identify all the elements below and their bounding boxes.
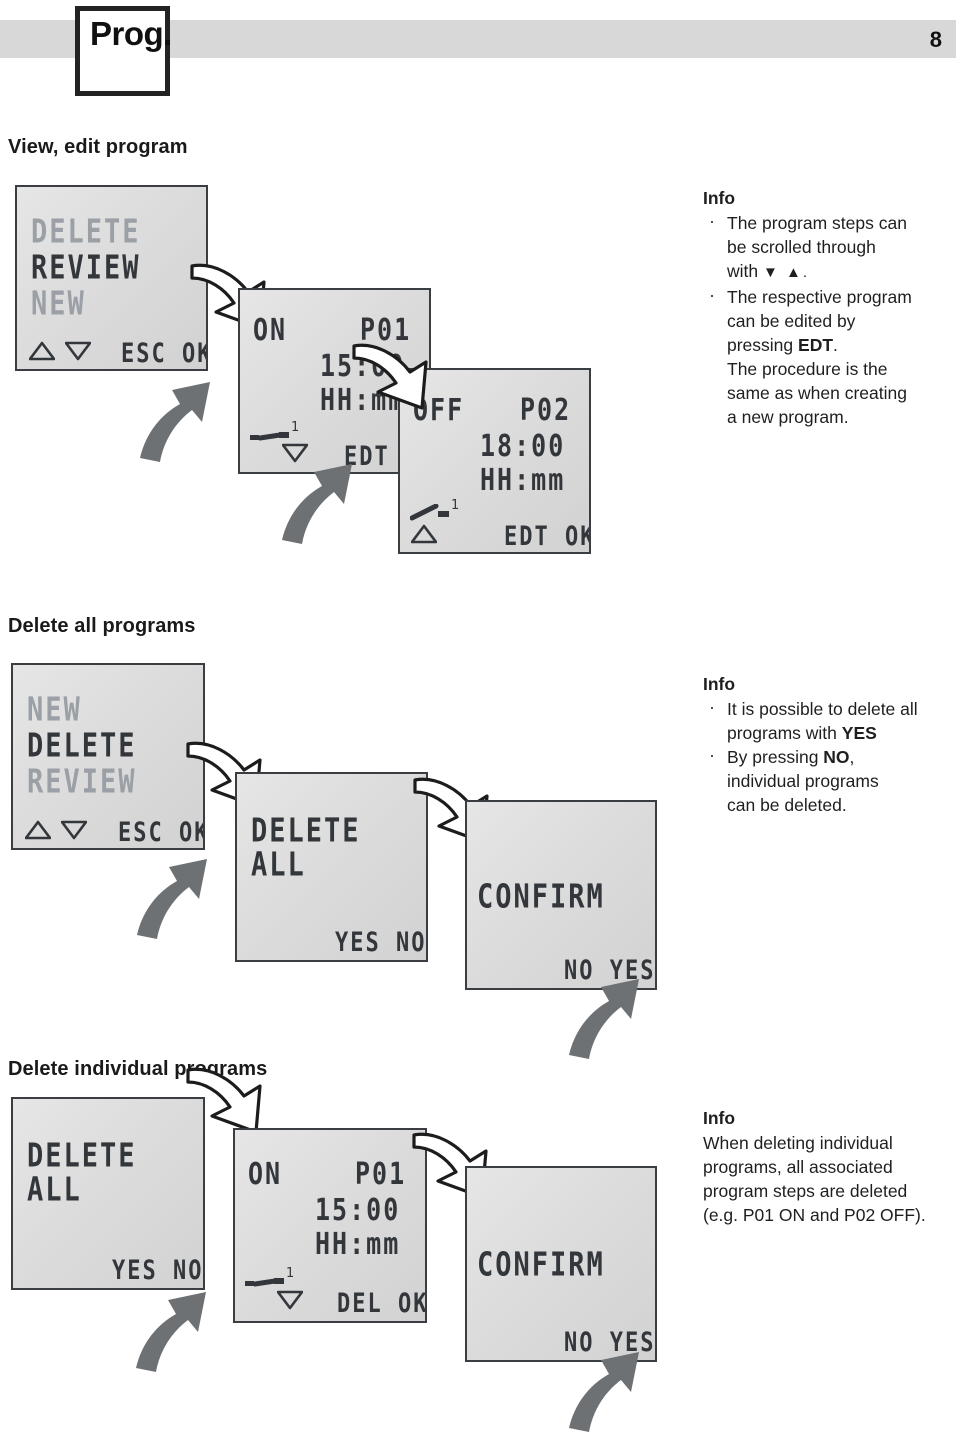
lcd-program-id: P02 [520, 392, 572, 428]
lcd-panel-delete-all-prompt-2[interactable]: DELETE ALL YES NO [11, 1097, 205, 1290]
triangle-up-icon[interactable] [25, 820, 51, 840]
info-line: By pressing [727, 747, 824, 767]
chapter-badge-label: Prog. [90, 15, 172, 52]
info-block-delete-all: Info It is possible to delete all progra… [703, 672, 955, 817]
contact-index: 1 [291, 420, 300, 435]
lcd-panel-p01-on-del[interactable]: ON P01 15:00 HH:mm 1 DEL OK [233, 1128, 427, 1323]
info-line: It is possible to delete all [727, 699, 918, 719]
lcd-menu-line-2: REVIEW [31, 249, 141, 287]
lcd-mode: ON [248, 1156, 283, 1192]
section-heading-delete-all: Delete all programs [8, 615, 196, 637]
lcd-prompt-line-1: CONFIRM [477, 878, 605, 916]
lcd-prompt-line-2: ALL [251, 846, 306, 884]
contact-closed-icon [250, 427, 290, 443]
triangle-down-icon[interactable] [65, 341, 91, 361]
lcd-program-id: P01 [355, 1156, 407, 1192]
lcd-softkeys[interactable]: EDT OK [504, 522, 589, 552]
info-line: programs with [727, 723, 842, 743]
info-line: be scrolled through [727, 237, 876, 257]
triangle-down-icon[interactable] [61, 820, 87, 840]
lcd-panel-menu-delete[interactable]: NEW DELETE REVIEW ESC OK [11, 663, 205, 850]
flow-arrow-grey-4 [565, 975, 645, 1059]
lcd-softkeys[interactable]: ESC OK [121, 339, 206, 369]
info-bullet-2: By pressing NO, individual programs can … [703, 743, 955, 817]
info-line: programs, all associated [703, 1157, 893, 1177]
flow-arrow-grey-3 [133, 855, 213, 939]
section-heading-view-edit: View, edit program [8, 136, 188, 158]
info-bullet-1: The program steps can be scrolled throug… [703, 209, 955, 285]
lcd-prompt-line-1: CONFIRM [477, 1246, 605, 1284]
lcd-softkeys[interactable]: YES NO [335, 928, 426, 959]
flow-arrow-grey-5 [132, 1288, 212, 1372]
flow-arrow-grey-2 [278, 460, 358, 544]
lcd-panel-delete-all-prompt[interactable]: DELETE ALL YES NO [235, 772, 428, 962]
info-bullet-list: It is possible to delete all programs wi… [703, 695, 955, 817]
info-title: Info [703, 1108, 736, 1128]
chapter-badge: Prog. [75, 6, 172, 96]
info-emphasis: NO [823, 747, 850, 767]
lcd-softkeys[interactable]: YES NO [112, 1256, 203, 1287]
lcd-softkeys[interactable]: ESC OK [118, 818, 203, 848]
info-line: . [833, 335, 838, 355]
info-line: can be edited by [727, 311, 856, 331]
lcd-menu-line-2: DELETE [27, 727, 137, 765]
lcd-panel-confirm-all[interactable]: CONFIRM NO YES [465, 800, 657, 990]
info-line: with [727, 261, 759, 281]
nav-glyphs: ▼ ▲. [763, 264, 810, 281]
lcd-time: 15:00 [315, 1192, 401, 1228]
info-line: a new program. [727, 407, 849, 427]
page-number-box: 8 [880, 20, 956, 58]
info-title: Info [703, 674, 736, 694]
info-line: individual programs [727, 771, 879, 791]
contact-closed-icon [245, 1273, 285, 1289]
lcd-panel-confirm-individual[interactable]: CONFIRM NO YES [465, 1166, 657, 1362]
flow-arrow-grey-1 [136, 378, 216, 462]
info-emphasis: EDT [798, 335, 834, 355]
triangle-up-icon[interactable] [29, 341, 55, 361]
info-line: The respective program [727, 287, 912, 307]
info-bullet-1: It is possible to delete all programs wi… [703, 695, 955, 745]
page-number: 8 [929, 27, 942, 52]
lcd-mode: ON [253, 312, 288, 348]
lcd-time-format: HH:mm [480, 462, 566, 498]
lcd-menu-line-1: NEW [27, 691, 82, 729]
lcd-panel-menu-review[interactable]: DELETE REVIEW NEW ESC OK [15, 185, 208, 371]
info-line: (e.g. P01 ON and P02 OFF). [703, 1205, 926, 1225]
contact-index: 1 [451, 498, 460, 513]
info-line: pressing [727, 335, 799, 355]
info-block-delete-individual: Info When deleting individual programs, … [703, 1106, 955, 1227]
info-line: The program steps can [727, 213, 907, 233]
info-line: can be deleted. [727, 795, 847, 815]
flow-arrow-grey-6 [565, 1348, 645, 1432]
info-bullet-list: The program steps can be scrolled throug… [703, 209, 955, 429]
info-title: Info [703, 188, 736, 208]
contact-index: 1 [286, 1266, 295, 1281]
info-line: same as when creating [727, 383, 907, 403]
info-block-view-edit: Info The program steps can be scrolled t… [703, 186, 955, 429]
contact-open-icon [410, 504, 450, 522]
lcd-time: 18:00 [480, 428, 566, 464]
lcd-menu-line-1: DELETE [31, 213, 141, 251]
lcd-menu-line-3: REVIEW [27, 763, 137, 801]
lcd-prompt-line-1: DELETE [27, 1137, 137, 1175]
lcd-menu-line-3: NEW [31, 285, 86, 323]
info-emphasis: YES [841, 723, 877, 743]
lcd-time-format: HH:mm [315, 1226, 401, 1262]
lcd-softkeys[interactable]: DEL OK [337, 1289, 425, 1320]
info-line: , [849, 747, 855, 767]
info-line: When deleting individual [703, 1133, 893, 1153]
lcd-prompt-line-2: ALL [27, 1171, 82, 1209]
triangle-down-icon[interactable] [277, 1290, 303, 1310]
info-line: The procedure is the [727, 359, 888, 379]
lcd-prompt-line-1: DELETE [251, 812, 361, 850]
flow-arrow-white-2 [348, 336, 440, 416]
info-bullet-2: The respective program can be edited by … [703, 283, 955, 429]
info-line: program steps are deleted [703, 1181, 908, 1201]
triangle-up-icon[interactable] [411, 524, 437, 544]
